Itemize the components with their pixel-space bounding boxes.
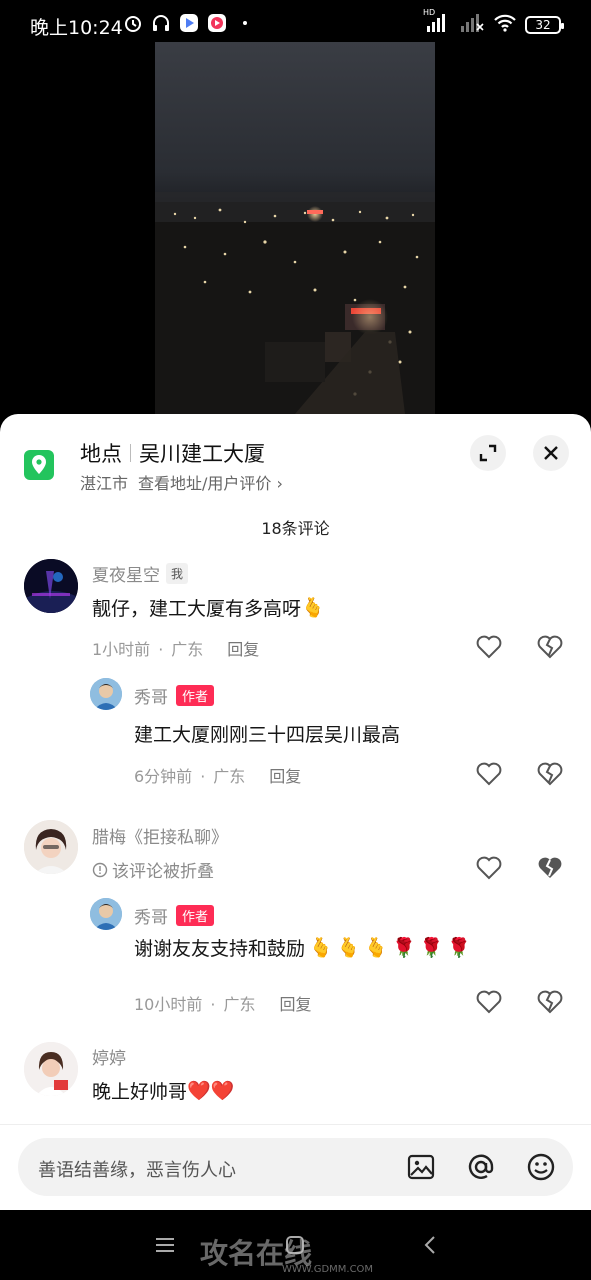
reply-username[interactable]: 秀哥: [134, 683, 168, 708]
dislike-broken-heart-icon[interactable]: [537, 635, 563, 659]
comment-text[interactable]: 靓仔，建工大厦有多高呀: [92, 594, 301, 621]
battery-icon: 32: [525, 16, 564, 34]
red-heart-emoji: ❤️❤️: [187, 1080, 235, 1102]
expand-button[interactable]: [470, 435, 506, 471]
comment-username[interactable]: 腊梅《拒接私聊》: [92, 823, 228, 848]
avatar[interactable]: [24, 1042, 78, 1096]
author-badge: 作者: [176, 905, 215, 926]
reply-region: 广东: [213, 767, 246, 786]
comment-count: 18条评论: [261, 519, 330, 538]
comment-input-placeholder: 善语结善缘，恶言伤人心: [38, 1160, 236, 1181]
network-type-label: HD: [423, 8, 436, 17]
info-icon: [92, 862, 108, 877]
location-details-link[interactable]: 湛江市 查看地址/用户评价 ›: [80, 470, 283, 494]
location-link-text: 查看地址/用户评价: [138, 474, 272, 493]
location-label: 地点: [80, 442, 122, 466]
reply-button[interactable]: 回复: [269, 767, 301, 786]
signal-hd-icon: HD: [423, 8, 451, 38]
close-button[interactable]: [533, 435, 569, 471]
like-heart-icon[interactable]: [476, 635, 502, 659]
reply-region: 广东: [223, 995, 256, 1014]
menu-icon[interactable]: [150, 1230, 180, 1260]
avatar[interactable]: [24, 559, 78, 613]
avatar[interactable]: [90, 898, 122, 930]
battery-level: 32: [535, 18, 551, 32]
comment-time: 1小时前: [92, 640, 151, 659]
location-pin-icon: [24, 450, 54, 480]
image-icon[interactable]: [406, 1152, 436, 1182]
reply-button[interactable]: 回复: [227, 640, 259, 659]
comment-username[interactable]: 夏夜星空: [92, 561, 160, 586]
chevron-right-icon: ›: [276, 474, 283, 493]
emoji-smile-icon[interactable]: [526, 1152, 556, 1182]
like-heart-icon[interactable]: [476, 856, 502, 880]
video-player[interactable]: [0, 42, 591, 422]
back-icon[interactable]: [416, 1230, 446, 1260]
comments-sheet: 地点 吴川建工大厦 湛江市 查看地址/用户评价 › 18条评论 夏夜星空 我 靓仔…: [0, 414, 591, 1210]
reply-time: 6分钟前: [134, 767, 193, 786]
notification-dot-icon: [234, 12, 256, 34]
author-badge: 作者: [176, 685, 215, 706]
status-time: 晚上10:24: [30, 17, 123, 39]
location-divider: [130, 444, 131, 462]
avatar[interactable]: [90, 678, 122, 710]
avatar[interactable]: [24, 820, 78, 874]
mention-at-icon[interactable]: [466, 1152, 496, 1182]
wifi-icon: [493, 13, 517, 37]
dislike-broken-heart-filled-icon[interactable]: [537, 856, 563, 880]
close-icon: [544, 446, 558, 460]
reply-button[interactable]: 回复: [279, 995, 311, 1014]
comment-text[interactable]: 晚上好帅哥: [92, 1077, 187, 1104]
like-heart-icon[interactable]: [476, 762, 502, 786]
expand-icon: [479, 444, 497, 462]
reply-time: 10小时前: [134, 995, 203, 1014]
location-header[interactable]: 地点 吴川建工大厦: [80, 438, 265, 468]
system-nav-bar: 攻名在线 WWW.GDMM.COM: [0, 1210, 591, 1280]
video-app-icon: [206, 12, 228, 34]
location-name: 吴川建工大厦: [139, 442, 265, 466]
folded-comment-text: 该评论被折叠: [112, 862, 214, 882]
alarm-icon: [122, 12, 144, 34]
comment-input[interactable]: 善语结善缘，恶言伤人心: [18, 1138, 573, 1196]
dislike-broken-heart-icon[interactable]: [537, 990, 563, 1014]
comment-region: 广东: [171, 640, 204, 659]
reply-text[interactable]: 谢谢友友支持和鼓励: [134, 934, 305, 961]
play-store-icon: [178, 12, 200, 34]
like-heart-icon[interactable]: [476, 990, 502, 1014]
signal-weak-icon: [459, 12, 485, 38]
comment-input-bar: 善语结善缘，恶言伤人心: [0, 1124, 591, 1211]
headphones-icon: [150, 12, 172, 34]
reply-username[interactable]: 秀哥: [134, 903, 168, 928]
video-frame-city-night: [155, 42, 435, 414]
watermark-url: WWW.GDMM.COM: [282, 1264, 374, 1275]
finger-heart-emoji: 🫰: [301, 597, 325, 619]
location-city: 湛江市: [80, 474, 129, 493]
emoji-sequence: 🫰🫰🫰🌹🌹🌹: [309, 937, 475, 959]
me-badge: 我: [166, 563, 189, 584]
reply-text[interactable]: 建工大厦刚刚三十四层吴川最高: [134, 720, 400, 747]
dislike-broken-heart-icon[interactable]: [537, 762, 563, 786]
comment-username[interactable]: 婷婷: [92, 1044, 126, 1069]
